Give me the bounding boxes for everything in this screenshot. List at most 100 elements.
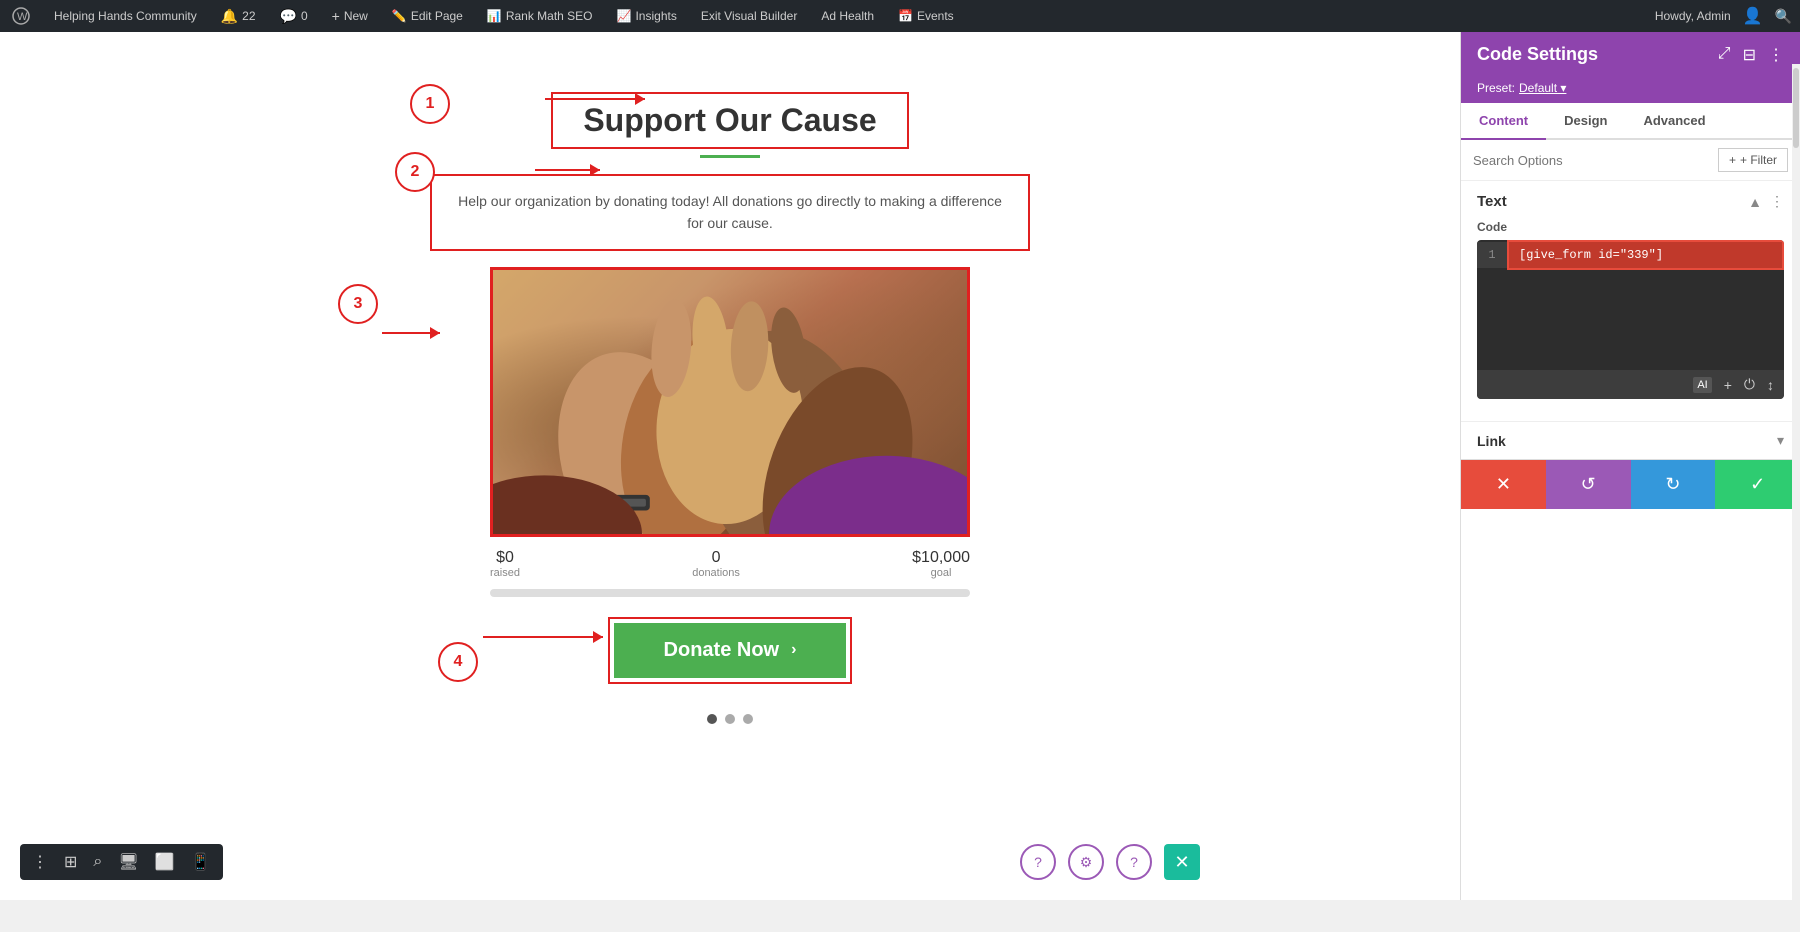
site-name[interactable]: Helping Hands Community [50, 9, 201, 23]
toolbar-menu-icon[interactable]: ⋮ [30, 850, 50, 874]
code-add-icon[interactable]: + [1724, 377, 1732, 393]
code-power-icon[interactable]: ⏻ [1744, 376, 1755, 393]
tab-design[interactable]: Design [1546, 103, 1625, 140]
title-underline [700, 155, 760, 158]
svg-text:W: W [17, 11, 28, 23]
toolbar-grid-icon[interactable]: ⊞ [62, 850, 79, 874]
section-header: Text ▲ ⋮ [1477, 193, 1784, 210]
code-editor[interactable]: 1 [give_form id="339"] AI + ⏻ ↕ [1477, 240, 1784, 399]
collapse-icon[interactable]: ▲ [1748, 194, 1762, 210]
section-menu-icon[interactable]: ⋮ [1770, 193, 1784, 210]
cancel-button[interactable]: ✕ [1461, 460, 1546, 509]
page-title: Support Our Cause [583, 102, 876, 139]
toolbar-search-icon[interactable]: ⌕ [91, 851, 104, 873]
bottom-close-button[interactable]: ✕ [1164, 844, 1200, 880]
filter-plus-icon: + [1729, 153, 1736, 167]
bottom-right-icons: ? ⚙ ? ✕ [1020, 844, 1200, 880]
tab-advanced[interactable]: Advanced [1625, 103, 1723, 140]
stats-row: $0 raised 0 donations $10,000 goal [490, 549, 970, 579]
wp-logo-icon[interactable]: W [8, 7, 34, 25]
raised-value: $0 [490, 549, 520, 567]
undo-button[interactable]: ↺ [1546, 460, 1631, 509]
search-options-input[interactable] [1473, 153, 1710, 168]
edit-page[interactable]: ✏️ Edit Page [388, 9, 467, 23]
code-label: Code [1477, 220, 1784, 234]
page-canvas: 1 Support Our Cause 2 Help our organizat… [0, 32, 1460, 900]
goal-label: goal [912, 567, 970, 579]
ai-icon[interactable]: AI [1693, 377, 1711, 393]
panel-menu-icon[interactable]: ⋮ [1768, 45, 1784, 65]
preset-value[interactable]: Default ▾ [1519, 81, 1566, 95]
donations-label: donations [692, 567, 740, 579]
progress-bar [490, 589, 970, 597]
link-label: Link [1477, 433, 1506, 449]
description-text: Help our organization by donating today!… [430, 174, 1030, 251]
hands-svg [493, 270, 967, 534]
link-section[interactable]: Link ▾ [1461, 421, 1800, 459]
goal-value: $10,000 [912, 549, 970, 567]
redo-button[interactable]: ↻ [1631, 460, 1716, 509]
bottom-help-icon[interactable]: ? [1020, 844, 1056, 880]
new-item[interactable]: + New [328, 8, 372, 24]
dot-2[interactable] [725, 714, 735, 724]
toolbar-tablet-icon[interactable]: ⬜ [153, 850, 177, 874]
section-title-label: Text [1477, 193, 1507, 210]
code-line-1: 1 [give_form id="339"] [1477, 240, 1784, 270]
panel-header: Code Settings ⤢ ⊟ ⋮ [1461, 32, 1800, 77]
admin-bar: W Helping Hands Community 🔔 22 💬 0 + New… [0, 0, 1800, 32]
image-placeholder [493, 270, 967, 534]
rank-math[interactable]: 📊 Rank Math SEO [483, 9, 597, 23]
search-icon[interactable]: 🔍 [1775, 8, 1792, 25]
donate-now-button[interactable]: Donate Now › [614, 623, 847, 678]
panel-expand-icon[interactable]: ⤢ [1718, 45, 1731, 65]
code-editor-toolbar: AI + ⏻ ↕ [1477, 370, 1784, 399]
panel-header-icons: ⤢ ⊟ ⋮ [1718, 45, 1784, 65]
panel-actions: ✕ ↺ ↻ ✓ [1461, 459, 1800, 509]
dot-3[interactable] [743, 714, 753, 724]
main-area: 1 Support Our Cause 2 Help our organizat… [0, 32, 1800, 900]
bottom-settings-icon[interactable]: ⚙ [1068, 844, 1104, 880]
donation-image [490, 267, 970, 537]
panel-tabs: Content Design Advanced [1461, 103, 1800, 140]
confirm-button[interactable]: ✓ [1715, 460, 1800, 509]
chevron-right-icon: › [791, 641, 796, 659]
panel-preset: Preset: Default ▾ [1461, 77, 1800, 103]
code-editor-empty [1477, 270, 1784, 370]
filter-button[interactable]: + + Filter [1718, 148, 1788, 172]
toolbar-desktop-icon[interactable]: 🖥 [116, 850, 140, 874]
annotation-3: 3 [338, 284, 378, 324]
comment-count[interactable]: 💬 0 [276, 8, 312, 25]
ad-health[interactable]: Ad Health [817, 9, 878, 23]
carousel-dots [707, 714, 753, 724]
toolbar-mobile-icon[interactable]: 📱 [189, 850, 213, 874]
section-controls: ▲ ⋮ [1748, 193, 1784, 210]
bottom-info-icon[interactable]: ? [1116, 844, 1152, 880]
dot-1[interactable] [707, 714, 717, 724]
howdy-text: Howdy, Admin [1655, 9, 1731, 23]
annotation-4: 4 [438, 642, 478, 682]
insights[interactable]: 📈 Insights [613, 9, 681, 23]
image-section [490, 267, 970, 537]
code-sort-icon[interactable]: ↕ [1767, 377, 1774, 393]
exit-builder[interactable]: Exit Visual Builder [697, 9, 802, 23]
annotation-arrow-3 [382, 332, 440, 334]
events[interactable]: 📅 Events [894, 9, 958, 23]
update-count[interactable]: 🔔 22 [217, 8, 260, 25]
raised-label: raised [490, 567, 520, 579]
annotation-arrow-1 [545, 98, 645, 100]
code-content[interactable]: [give_form id="339"] [1507, 240, 1784, 270]
admin-avatar-icon[interactable]: 👤 [1743, 6, 1763, 26]
donate-button-label: Donate Now [664, 639, 780, 662]
right-panel: Code Settings ⤢ ⊟ ⋮ Preset: Default ▾ Co… [1460, 32, 1800, 900]
annotation-arrow-2 [535, 169, 600, 171]
donations-stat: 0 donations [692, 549, 740, 579]
tab-content[interactable]: Content [1461, 103, 1546, 140]
annotation-2: 2 [395, 152, 435, 192]
panel-scrollbar[interactable] [1792, 64, 1800, 932]
donate-button-wrapper: Donate Now › [608, 617, 853, 684]
donations-value: 0 [692, 549, 740, 567]
panel-columns-icon[interactable]: ⊟ [1743, 45, 1756, 65]
goal-stat: $10,000 goal [912, 549, 970, 579]
scrollbar-thumb [1793, 68, 1799, 148]
bottom-toolbar: ⋮ ⊞ ⌕ 🖥 ⬜ 📱 [20, 844, 223, 880]
